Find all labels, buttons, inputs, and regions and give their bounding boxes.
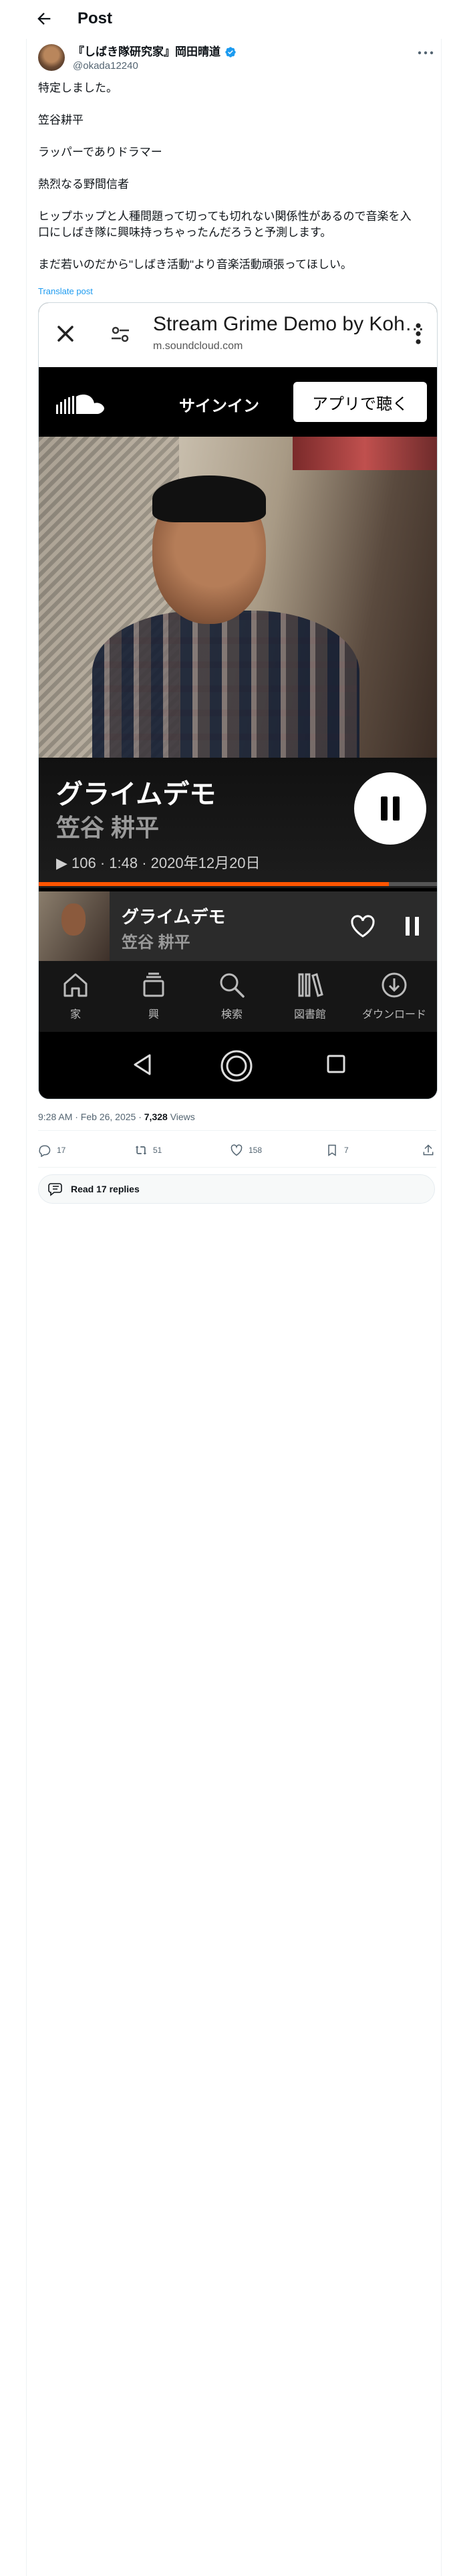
embedded-screenshot[interactable]: Stream Grime Demo by Koh… m.soundcloud.c… [38, 302, 438, 1099]
author-handle[interactable]: @okada12240 [73, 60, 138, 72]
like-icon [231, 1144, 243, 1156]
back-arrow-icon[interactable] [35, 9, 53, 28]
repost-button[interactable]: 51 [134, 1144, 162, 1157]
tab-label: ダウンロード [361, 1009, 426, 1021]
post-line: 特定しました。 [38, 82, 118, 94]
tab-label: 図書館 [293, 1009, 326, 1021]
timeline-right-border [441, 0, 442, 2576]
progress-bar[interactable] [39, 882, 437, 886]
close-icon[interactable] [55, 323, 76, 344]
post-line: 笠谷耕平 [38, 114, 84, 126]
post-text: 特定しました。 笠谷耕平 ラッパーでありドラマー 熱烈なる野間信者 ヒップホップ… [38, 80, 436, 273]
tab-label: 検索 [220, 1009, 243, 1021]
divider [38, 1167, 436, 1168]
tab-label: 興 [148, 1009, 159, 1021]
browser-toolbar: Stream Grime Demo by Koh… m.soundcloud.c… [39, 303, 437, 367]
bookmark-icon [328, 1144, 336, 1156]
site-settings-icon[interactable] [110, 324, 130, 344]
post-line [38, 241, 436, 257]
bookmark-count: 7 [344, 1146, 349, 1155]
nav-back-icon[interactable] [132, 1053, 152, 1076]
views-count: 7,328 [144, 1111, 168, 1122]
mini-player-thumbnail [39, 891, 110, 961]
reply-button[interactable]: 17 [38, 1144, 65, 1157]
bookmark-button[interactable]: 7 [325, 1144, 349, 1157]
post-line [38, 160, 436, 177]
soundcloud-header: サインイン アプリで聴く [39, 367, 437, 437]
browser-page-title: Stream Grime Demo by Koh… [153, 313, 425, 335]
tab-feed[interactable]: 興 [117, 961, 190, 1032]
track-title: グライムデモ [56, 780, 216, 809]
library-icon [298, 973, 323, 997]
share-button[interactable] [422, 1144, 435, 1157]
timeline-left-border [26, 0, 27, 2576]
translate-post-link[interactable]: Translate post [38, 286, 93, 296]
signin-button[interactable]: サインイン [179, 393, 259, 416]
browser-url: m.soundcloud.com [153, 340, 243, 352]
views-label: Views [167, 1111, 195, 1122]
post-line [38, 193, 436, 209]
soundcloud-logo-icon[interactable] [55, 390, 108, 417]
verified-badge-icon [225, 47, 236, 58]
mini-player-title: グライムデモ [122, 907, 226, 927]
track-artwork [39, 437, 437, 758]
read-replies-label: Read 17 replies [71, 1184, 140, 1194]
progress-fill [39, 882, 390, 886]
divider [38, 1130, 436, 1131]
post-line: ラッパーでありドラマー [38, 146, 162, 158]
post-line: まだ若いのだから"しばき活動"より音楽活動頑張ってほしい。 [38, 258, 352, 271]
page-title: Post [78, 9, 113, 27]
tab-search[interactable]: 検索 [195, 961, 269, 1032]
soundcloud-tab-bar: 家 興 検索 図書館 ダウンロード [39, 961, 437, 1032]
post-line [38, 96, 436, 112]
mini-player[interactable]: グライムデモ 笠谷 耕平 [39, 891, 437, 961]
tab-download[interactable]: ダウンロード [351, 961, 437, 1032]
post-header: Post [0, 0, 451, 39]
nav-home-icon[interactable] [219, 1049, 254, 1083]
heart-icon[interactable] [350, 914, 375, 938]
mini-pause-icon[interactable] [404, 916, 420, 937]
more-options-icon[interactable] [417, 49, 434, 56]
track-artist[interactable]: 笠谷 耕平 [56, 809, 159, 843]
search-icon [220, 973, 245, 998]
nav-recents-icon[interactable] [326, 1054, 346, 1074]
like-button[interactable]: 158 [230, 1144, 262, 1157]
repost-icon [135, 1146, 147, 1155]
post-line: ヒップホップと人種問題って切っても切れない関係性があるので音楽を入 [38, 210, 412, 223]
post-line [38, 128, 436, 144]
replies-bubble-icon [48, 1183, 62, 1196]
post-line: 熱烈なる野間信者 [38, 178, 129, 191]
track-meta: ▶ 106 · 1:48 · 2020年12月20日 [56, 855, 261, 871]
mini-player-artist: 笠谷 耕平 [122, 934, 190, 952]
author-name-row[interactable]: 『しばき隊研究家』岡田晴道 [73, 45, 237, 59]
browser-menu-icon[interactable] [410, 320, 426, 347]
feed-icon [143, 972, 164, 997]
android-nav-bar [39, 1032, 437, 1099]
repost-count: 51 [153, 1146, 162, 1155]
tab-label: 家 [69, 1009, 81, 1021]
post-line: 口にしばき隊に興味持っちゃったんだろうと予測します。 [38, 226, 332, 239]
tab-home[interactable]: 家 [39, 961, 112, 1032]
listen-in-app-button[interactable]: アプリで聴く [293, 382, 427, 422]
post-actions: 17 51 158 7 [38, 1137, 436, 1164]
home-icon [63, 973, 88, 997]
reply-icon [39, 1145, 51, 1157]
share-icon [423, 1144, 434, 1156]
author-avatar[interactable] [38, 44, 65, 71]
pause-button[interactable] [354, 772, 426, 845]
post-date[interactable]: 9:28 AM · Feb 26, 2025 · [38, 1111, 144, 1122]
reply-count: 17 [57, 1146, 66, 1155]
download-icon [382, 972, 407, 998]
read-replies-button[interactable]: Read 17 replies [38, 1174, 435, 1204]
track-player: グライムデモ 笠谷 耕平 ▶ 106 · 1:48 · 2020年12月20日 [39, 758, 437, 888]
author-name[interactable]: 『しばき隊研究家』岡田晴道 [73, 45, 220, 59]
tab-library[interactable]: 図書館 [273, 961, 347, 1032]
post-timestamp: 9:28 AM · Feb 26, 2025 · 7,328 Views [38, 1111, 195, 1122]
like-count: 158 [249, 1146, 263, 1155]
